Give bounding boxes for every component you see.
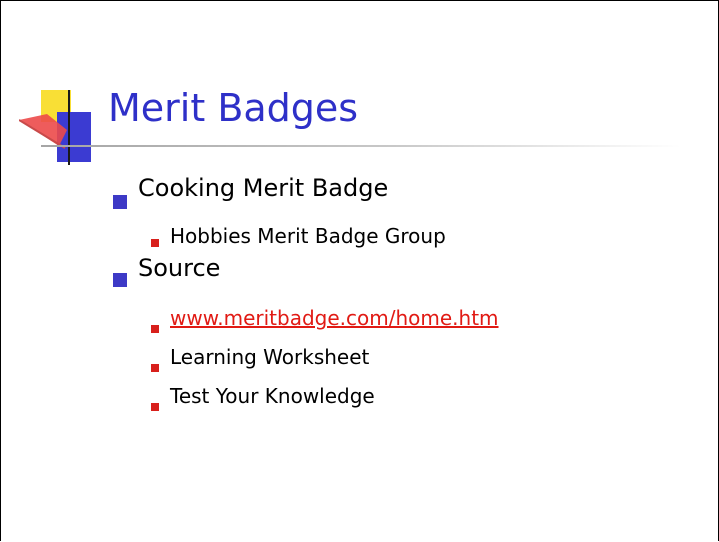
sub-bullet-icon <box>151 364 159 372</box>
slide: Merit Badges Cooking Merit Badge Hobbies… <box>0 0 719 541</box>
sub-bullet-icon <box>151 403 159 411</box>
sub-bullet-icon <box>151 239 159 247</box>
list-item: Cooking Merit Badge <box>138 174 389 202</box>
list-subitem: Learning Worksheet <box>170 345 370 369</box>
bullet-icon <box>113 273 127 287</box>
source-link[interactable]: www.meritbadge.com/home.htm <box>170 305 499 331</box>
sub-bullet-icon <box>151 325 159 333</box>
list-subitem: Hobbies Merit Badge Group <box>170 224 446 248</box>
title-logo-icon <box>19 90 109 165</box>
bullet-icon <box>113 195 127 209</box>
page-title: Merit Badges <box>108 86 359 130</box>
list-item: Source <box>138 254 221 282</box>
title-divider <box>41 145 681 147</box>
list-subitem: Test Your Knowledge <box>170 384 375 408</box>
